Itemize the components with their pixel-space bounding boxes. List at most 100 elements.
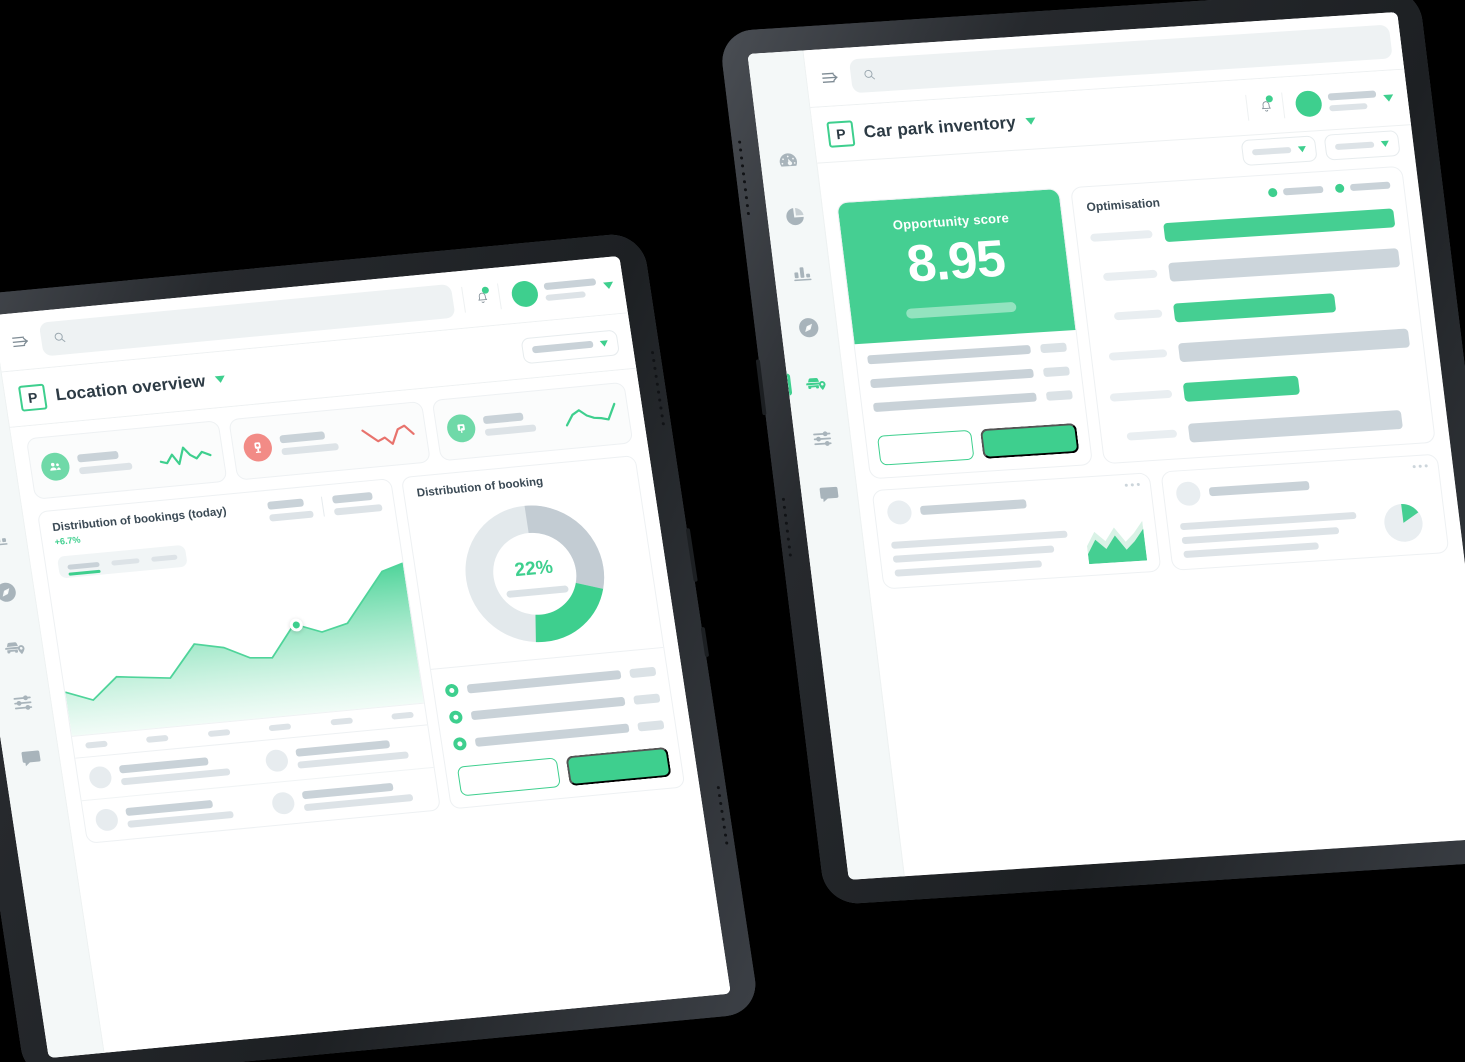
compass-icon	[0, 582, 16, 602]
sidebar-item-messages[interactable]	[815, 480, 844, 507]
confirm-button[interactable]	[565, 746, 672, 787]
range-tab-2[interactable]	[111, 557, 140, 566]
collapse-menu-icon[interactable]	[818, 66, 843, 89]
kpi-card-occupancy[interactable]	[25, 420, 228, 500]
list-item-text	[125, 796, 251, 828]
sidebar-item-settings[interactable]	[8, 688, 38, 716]
chat-bubble-icon	[819, 486, 839, 502]
user-menu-right[interactable]	[1281, 84, 1396, 118]
sliders-icon	[813, 430, 832, 446]
range-tab-active[interactable]	[67, 561, 100, 570]
sliders-icon	[13, 694, 33, 710]
people-group-icon	[39, 451, 72, 482]
notification-badge	[1265, 94, 1274, 103]
sidebar-item-car-park[interactable]	[0, 633, 29, 661]
value-badge	[1039, 342, 1067, 353]
sidebar-item-reports[interactable]	[787, 258, 816, 285]
filter-dropdown-1[interactable]	[1240, 135, 1318, 167]
sidebar-item-car-park[interactable]	[801, 369, 830, 396]
app-window-right: P Car park inventory Opportunity score 8…	[747, 12, 1465, 880]
range-tab-3[interactable]	[150, 554, 178, 562]
opportunity-score-details	[855, 330, 1092, 478]
sidebar-item-analytics[interactable]	[0, 467, 4, 495]
notifications-button-left[interactable]	[461, 284, 491, 313]
detail-list-column-right	[251, 725, 441, 826]
scene: P Location overview Distribution of book…	[0, 0, 1465, 1062]
parking-sign-icon	[444, 413, 477, 444]
bar-value	[1163, 208, 1396, 243]
user-name-placeholder	[543, 277, 598, 301]
list-item[interactable]	[867, 342, 1067, 364]
legend-item	[1267, 185, 1324, 198]
cancel-button[interactable]	[876, 429, 975, 466]
car-location-icon	[5, 641, 25, 654]
value-badge	[1042, 366, 1070, 377]
bar-value	[1187, 409, 1403, 443]
bar-row	[1094, 248, 1401, 287]
apply-button[interactable]	[979, 422, 1080, 459]
legend-swatch	[1334, 183, 1345, 194]
notifications-button-right[interactable]	[1245, 92, 1275, 121]
right-main-content: P Car park inventory Opportunity score 8…	[803, 12, 1465, 876]
bar-value	[1172, 292, 1337, 323]
value-badge	[629, 666, 657, 679]
search-input[interactable]	[883, 35, 1380, 80]
kpi-card-capacity[interactable]	[431, 381, 634, 462]
search-input[interactable]	[73, 295, 442, 343]
optimisation-header: Optimisation	[1085, 181, 1392, 215]
kpi-sparkline-up	[156, 439, 214, 470]
radio-selected-icon[interactable]	[452, 736, 468, 751]
chevron-down-icon	[1380, 140, 1390, 148]
bar-value	[1182, 375, 1301, 403]
opportunity-score-subtitle-placeholder	[906, 301, 1018, 319]
tablet-device-left: P Location overview Distribution of book…	[0, 231, 761, 1062]
chart-title: Optimisation	[1085, 195, 1161, 215]
summary-card-pie-chart[interactable]	[1159, 453, 1450, 571]
score-action-buttons	[876, 422, 1080, 466]
radio-selected-icon[interactable]	[444, 683, 460, 698]
list-item-text	[118, 754, 245, 786]
legend-item	[1334, 181, 1391, 194]
tablet-screen-left: P Location overview Distribution of book…	[0, 255, 731, 1059]
x-tick	[391, 711, 415, 720]
bar-chart-icon	[0, 531, 8, 546]
donut-checklist	[431, 646, 685, 809]
opportunity-score-card: Opportunity score 8.95	[836, 187, 1093, 479]
x-tick	[207, 729, 231, 738]
page-title: Location overview	[54, 370, 207, 404]
value-badge	[1045, 389, 1073, 401]
chevron-down-icon[interactable]	[603, 281, 615, 290]
sidebar-item-dashboard[interactable]	[774, 147, 803, 174]
x-tick	[85, 740, 108, 749]
chat-bubble-icon	[21, 750, 41, 766]
parking-logo: P	[17, 383, 48, 412]
sidebar-item-reports[interactable]	[0, 522, 13, 550]
sidebar-item-explore[interactable]	[0, 578, 21, 606]
value-badge	[637, 720, 665, 732]
sidebar-item-analytics[interactable]	[780, 202, 809, 229]
legend-divider	[321, 496, 326, 517]
list-item[interactable]	[872, 389, 1073, 412]
filter-dropdown-2[interactable]	[1323, 130, 1401, 161]
page-title-chevron-down-icon[interactable]	[1025, 117, 1037, 126]
bookings-distribution-panel: Distribution of bookings (today) +6.7%	[36, 478, 442, 844]
chevron-down-icon[interactable]	[1383, 94, 1395, 102]
radio-selected-icon[interactable]	[448, 710, 464, 725]
summary-card-body	[890, 518, 1147, 577]
list-item[interactable]	[869, 366, 1070, 388]
sidebar-item-messages[interactable]	[16, 744, 46, 772]
right-primary-grid: Opportunity score 8.95 Optimisation	[822, 165, 1450, 480]
sidebar-item-settings[interactable]	[808, 425, 837, 452]
kpi-card-alerts[interactable]	[228, 401, 431, 481]
cancel-button[interactable]	[457, 757, 562, 797]
sidebar-item-explore[interactable]	[794, 313, 823, 340]
user-menu-left[interactable]	[496, 272, 616, 309]
opportunity-score-value: 8.95	[903, 229, 1008, 294]
search-icon	[52, 330, 67, 344]
summary-card-area-chart[interactable]	[871, 471, 1162, 590]
collapse-menu-icon[interactable]	[8, 329, 33, 353]
page-title-chevron-down-icon[interactable]	[214, 375, 226, 384]
compass-icon	[799, 317, 819, 337]
bar-row	[1104, 328, 1411, 367]
location-filter-dropdown[interactable]	[520, 328, 621, 364]
